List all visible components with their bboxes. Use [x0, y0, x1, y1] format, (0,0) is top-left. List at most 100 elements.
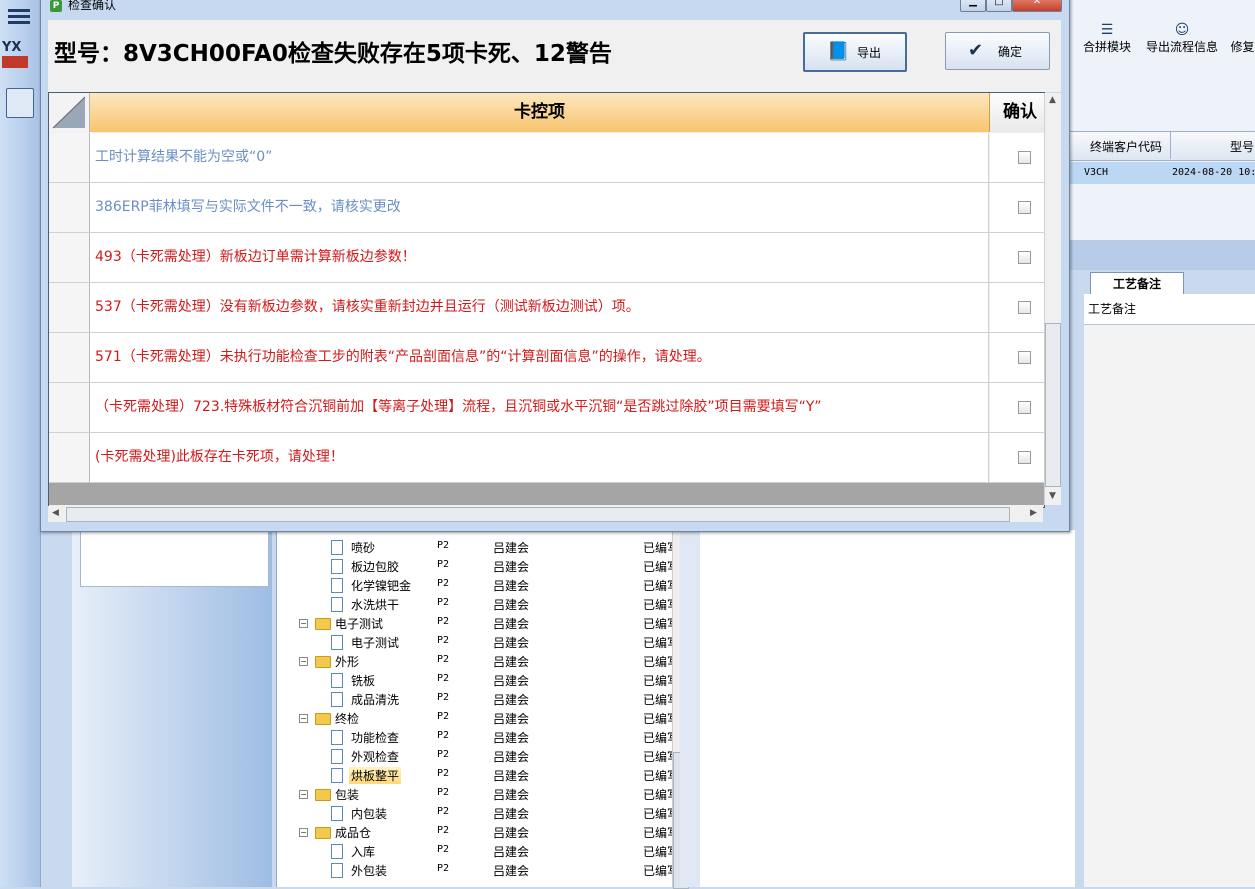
tree-cell-version: P2 [437, 711, 450, 722]
row-header[interactable] [49, 333, 90, 382]
confirm-checkbox[interactable] [1018, 301, 1031, 314]
tree-row[interactable]: 铣板 P2 吕建会 已编写 [277, 671, 675, 690]
tree-row[interactable]: 烘板整平 P2 吕建会 已编写 [277, 766, 675, 785]
scroll-up-icon[interactable]: ▲ [1049, 95, 1056, 105]
tree-row[interactable]: 外观检查 P2 吕建会 已编写 [277, 747, 675, 766]
row-header[interactable] [49, 183, 90, 232]
export-button[interactable]: 📘 导出 [803, 32, 907, 72]
scroll-left-icon[interactable]: ◀ [52, 508, 59, 518]
minimize-button[interactable]: ▁ [960, 0, 986, 12]
control-item-cell[interactable]: (卡死需处理)此板存在卡死项，请处理！ [90, 433, 989, 482]
app-icon: P [50, 0, 62, 12]
background-grid-row[interactable]: V3CH 2024-08-20 10: [1068, 162, 1255, 184]
tree-row[interactable]: − 终检 P2 吕建会 已编写 [277, 709, 675, 728]
collapse-toggle-icon[interactable]: − [299, 657, 308, 666]
table-row[interactable]: 537（卡死需处理）没有新板边参数，请核实重新封边并且运行（测试新板边测试）项。 [49, 283, 1044, 333]
export-flow-info-button[interactable]: ☺ 导出流程信息 [1144, 22, 1220, 62]
control-item-cell[interactable]: 493（卡死需处理）新板边订单需计算新板边参数！ [90, 233, 989, 282]
table-row[interactable]: 工时计算结果不能为空或“0” [49, 133, 1044, 183]
tree-row[interactable]: − 成品仓 P2 吕建会 已编写 [277, 823, 675, 842]
tree-row[interactable]: 电子测试 P2 吕建会 已编写 [277, 633, 675, 652]
calculator-icon[interactable] [6, 88, 34, 118]
background-splitter [680, 530, 700, 887]
tree-cell-author: 吕建会 [493, 560, 530, 574]
control-item-cell[interactable]: 工时计算结果不能为空或“0” [90, 133, 989, 182]
collapse-toggle-icon[interactable]: − [299, 790, 308, 799]
table-row[interactable]: （卡死需处理）723.特殊板材符合沉铜前加【等离子处理】流程，且沉铜或水平沉铜“… [49, 383, 1044, 433]
confirm-checkbox[interactable] [1018, 401, 1031, 414]
tree-row[interactable]: 外包装 P2 吕建会 已编写 [277, 861, 675, 880]
scroll-right-icon[interactable]: ▶ [1030, 508, 1037, 518]
tree-row[interactable]: − 电子测试 P2 吕建会 已编写 [277, 614, 675, 633]
document-icon [331, 730, 343, 745]
process-note-header: 工艺备注 [1084, 294, 1255, 325]
repair-button[interactable]: 修复 [1230, 22, 1255, 62]
process-note-body[interactable] [1084, 325, 1255, 887]
column-header-confirm[interactable]: 确认 [990, 93, 1044, 132]
tree-row[interactable]: 水洗烘干 P2 吕建会 已编写 [277, 595, 675, 614]
maximize-button[interactable]: □ [986, 0, 1012, 12]
confirm-cell [990, 433, 1044, 482]
row-header[interactable] [49, 233, 90, 282]
ok-button[interactable]: ✔ 确定 [945, 32, 1050, 70]
collapse-toggle-icon[interactable]: − [299, 828, 308, 837]
grid-header-customer-code[interactable]: 终端客户代码 [1090, 138, 1162, 155]
tree-cell-author: 吕建会 [493, 826, 530, 840]
tree-node-label: 喷砂 [351, 541, 376, 555]
tree-row[interactable]: 板边包胶 P2 吕建会 已编写 [277, 557, 675, 576]
table-row[interactable]: 386ERP菲林填写与实际文件不一致，请核实更改 [49, 183, 1044, 233]
confirm-checkbox[interactable] [1018, 451, 1031, 464]
background-left-list[interactable] [80, 530, 269, 587]
confirm-checkbox[interactable] [1018, 201, 1031, 214]
tree-cell-version: P2 [437, 768, 450, 779]
control-item-cell[interactable]: 571（卡死需处理）未执行功能检查工步的附表“产品剖面信息”的“计算剖面信息”的… [90, 333, 989, 382]
column-header-control-item[interactable]: 卡控项 [90, 93, 990, 132]
menu-icon[interactable] [8, 6, 30, 26]
confirm-checkbox[interactable] [1018, 251, 1031, 264]
confirm-cell [990, 283, 1044, 332]
merge-module-button[interactable]: ☰ 合拼模块 [1080, 22, 1134, 62]
tree-cell-author: 吕建会 [493, 807, 530, 821]
row-header[interactable] [49, 283, 90, 332]
document-icon [331, 768, 343, 783]
document-icon [331, 578, 343, 593]
grid-vertical-scrollbar-thumb[interactable] [1045, 323, 1061, 487]
folder-icon [315, 789, 331, 801]
row-header[interactable] [49, 383, 90, 432]
row-header[interactable] [49, 433, 90, 482]
collapse-toggle-icon[interactable]: − [299, 714, 308, 723]
control-item-cell[interactable]: 537（卡死需处理）没有新板边参数，请核实重新封边并且运行（测试新板边测试）项。 [90, 283, 989, 332]
scroll-down-icon[interactable]: ▼ [1049, 491, 1056, 501]
process-tree[interactable]: 喷砂 P2 吕建会 已编写 板边包胶 P2 吕建会 已编写 化学镍钯金 P2 吕建会 已编写 水洗烘干 P… [276, 530, 675, 887]
maximize-icon: □ [994, 0, 1004, 7]
tree-row[interactable]: 喷砂 P2 吕建会 已编写 [277, 538, 675, 557]
document-icon [331, 749, 343, 764]
tree-row[interactable]: 入库 P2 吕建会 已编写 [277, 842, 675, 861]
tree-cell-author: 吕建会 [493, 845, 530, 859]
grid-horizontal-scrollbar-thumb[interactable] [66, 507, 1010, 522]
tree-row[interactable]: 成品清洗 P2 吕建会 已编写 [277, 690, 675, 709]
tree-cell-author: 吕建会 [493, 655, 530, 669]
control-item-cell[interactable]: （卡死需处理）723.特殊板材符合沉铜前加【等离子处理】流程，且沉铜或水平沉铜“… [90, 383, 989, 432]
background-right-pane [700, 530, 1075, 887]
yx-logo-icon[interactable]: YX [2, 40, 36, 74]
confirm-checkbox[interactable] [1018, 151, 1031, 164]
tree-row[interactable]: 功能检查 P2 吕建会 已编写 [277, 728, 675, 747]
row-header[interactable] [49, 133, 90, 182]
tree-row[interactable]: 化学镍钯金 P2 吕建会 已编写 [277, 576, 675, 595]
confirm-checkbox[interactable] [1018, 351, 1031, 364]
table-row[interactable]: (卡死需处理)此板存在卡死项，请处理！ [49, 433, 1044, 483]
tree-row[interactable]: − 包装 P2 吕建会 已编写 [277, 785, 675, 804]
control-item-cell[interactable]: 386ERP菲林填写与实际文件不一致，请核实更改 [90, 183, 989, 232]
collapse-toggle-icon[interactable]: − [299, 619, 308, 628]
tree-cell-version: P2 [437, 540, 450, 551]
table-row[interactable]: 493（卡死需处理）新板边订单需计算新板边参数！ [49, 233, 1044, 283]
grid-header-model[interactable]: 型号 [1230, 138, 1254, 155]
tree-row[interactable]: − 外形 P2 吕建会 已编写 [277, 652, 675, 671]
close-button[interactable]: ✕ [1012, 0, 1062, 12]
list-icon: ☰ [1100, 22, 1114, 38]
select-all-corner[interactable] [49, 93, 90, 132]
tree-row[interactable]: 内包装 P2 吕建会 已编写 [277, 804, 675, 823]
table-row[interactable]: 571（卡死需处理）未执行功能检查工步的附表“产品剖面信息”的“计算剖面信息”的… [49, 333, 1044, 383]
tab-process-note[interactable]: 工艺备注 [1090, 272, 1184, 295]
